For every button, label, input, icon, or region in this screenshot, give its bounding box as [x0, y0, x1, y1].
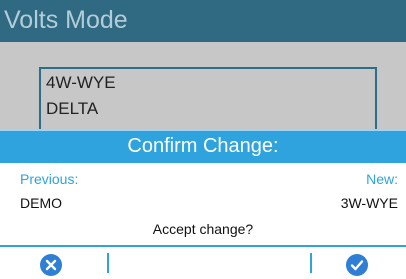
confirm-button[interactable] [346, 254, 368, 276]
list-item: DELTA [46, 99, 99, 118]
button-separator [310, 253, 312, 273]
screen-title: Volts Mode [4, 6, 128, 34]
list-item: 4W-WYE [46, 73, 116, 92]
dialog-header: Confirm Change: [0, 129, 406, 163]
previous-value: DEMO [20, 195, 62, 211]
new-value: 3W-WYE [340, 195, 398, 211]
x-circle-icon [45, 259, 57, 271]
dialog-divider [0, 245, 406, 247]
new-label: New: [366, 171, 398, 187]
accept-question: Accept change? [152, 221, 254, 237]
previous-label: Previous: [20, 171, 79, 187]
confirm-dialog: Confirm Change: Previous: New: DEMO 3W-W… [0, 129, 406, 279]
screen-header: Volts Mode [0, 0, 406, 42]
cancel-button[interactable] [40, 254, 62, 276]
check-circle-icon [350, 260, 364, 271]
button-separator [107, 253, 109, 273]
dialog-title: Confirm Change: [127, 135, 279, 157]
mode-list: 4W-WYE DELTA [39, 67, 377, 137]
